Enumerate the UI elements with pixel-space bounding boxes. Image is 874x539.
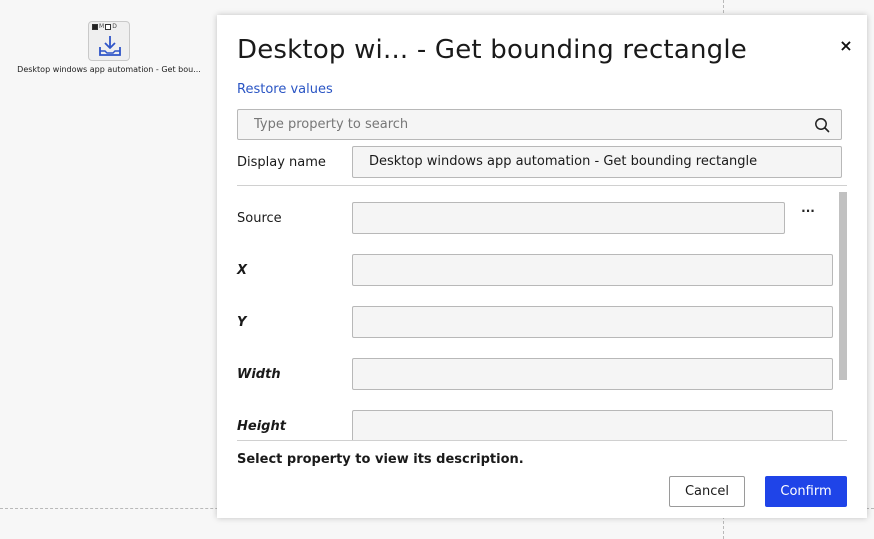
source-label: Source <box>237 211 282 226</box>
confirm-button[interactable]: Confirm <box>765 476 847 507</box>
properties-dialog: Desktop wi... - Get bounding rectangle ×… <box>217 15 867 518</box>
property-search-input[interactable] <box>239 111 799 138</box>
source-input[interactable] <box>352 202 785 234</box>
node-flag-m-checkbox[interactable] <box>105 24 112 30</box>
source-more-button[interactable]: ··· <box>797 205 819 222</box>
property-search <box>237 109 842 140</box>
node-flag-enabled-checkbox[interactable] <box>92 24 98 30</box>
download-tray-icon <box>99 36 121 56</box>
node-flags: M D <box>92 23 117 31</box>
y-input[interactable] <box>352 306 833 338</box>
node-flag-d-label: D <box>112 23 117 30</box>
node-flag-m-label: M <box>99 23 105 30</box>
divider <box>237 440 847 441</box>
cancel-button[interactable]: Cancel <box>669 476 745 507</box>
properties-scrollbar[interactable] <box>839 192 847 380</box>
height-label: Height <box>237 419 286 434</box>
dialog-title: Desktop wi... - Get bounding rectangle <box>237 35 747 65</box>
width-label: Width <box>237 367 281 382</box>
properties-list: Source ··· X Y Width Height <box>217 186 847 440</box>
restore-values-link[interactable]: Restore values <box>237 82 333 97</box>
workflow-node[interactable]: M D <box>88 21 130 61</box>
workflow-node-label: Desktop windows app automation - Get bou… <box>17 65 201 74</box>
width-input[interactable] <box>352 358 833 390</box>
display-name-input[interactable]: Desktop windows app automation - Get bou… <box>352 146 842 178</box>
property-description: Select property to view its description. <box>237 452 524 467</box>
x-label: X <box>237 263 248 278</box>
x-input[interactable] <box>352 254 833 286</box>
search-icon[interactable] <box>814 117 830 133</box>
display-name-label: Display name <box>237 155 326 170</box>
y-label: Y <box>237 315 247 330</box>
close-icon[interactable]: × <box>837 37 855 55</box>
height-input[interactable] <box>352 410 833 440</box>
